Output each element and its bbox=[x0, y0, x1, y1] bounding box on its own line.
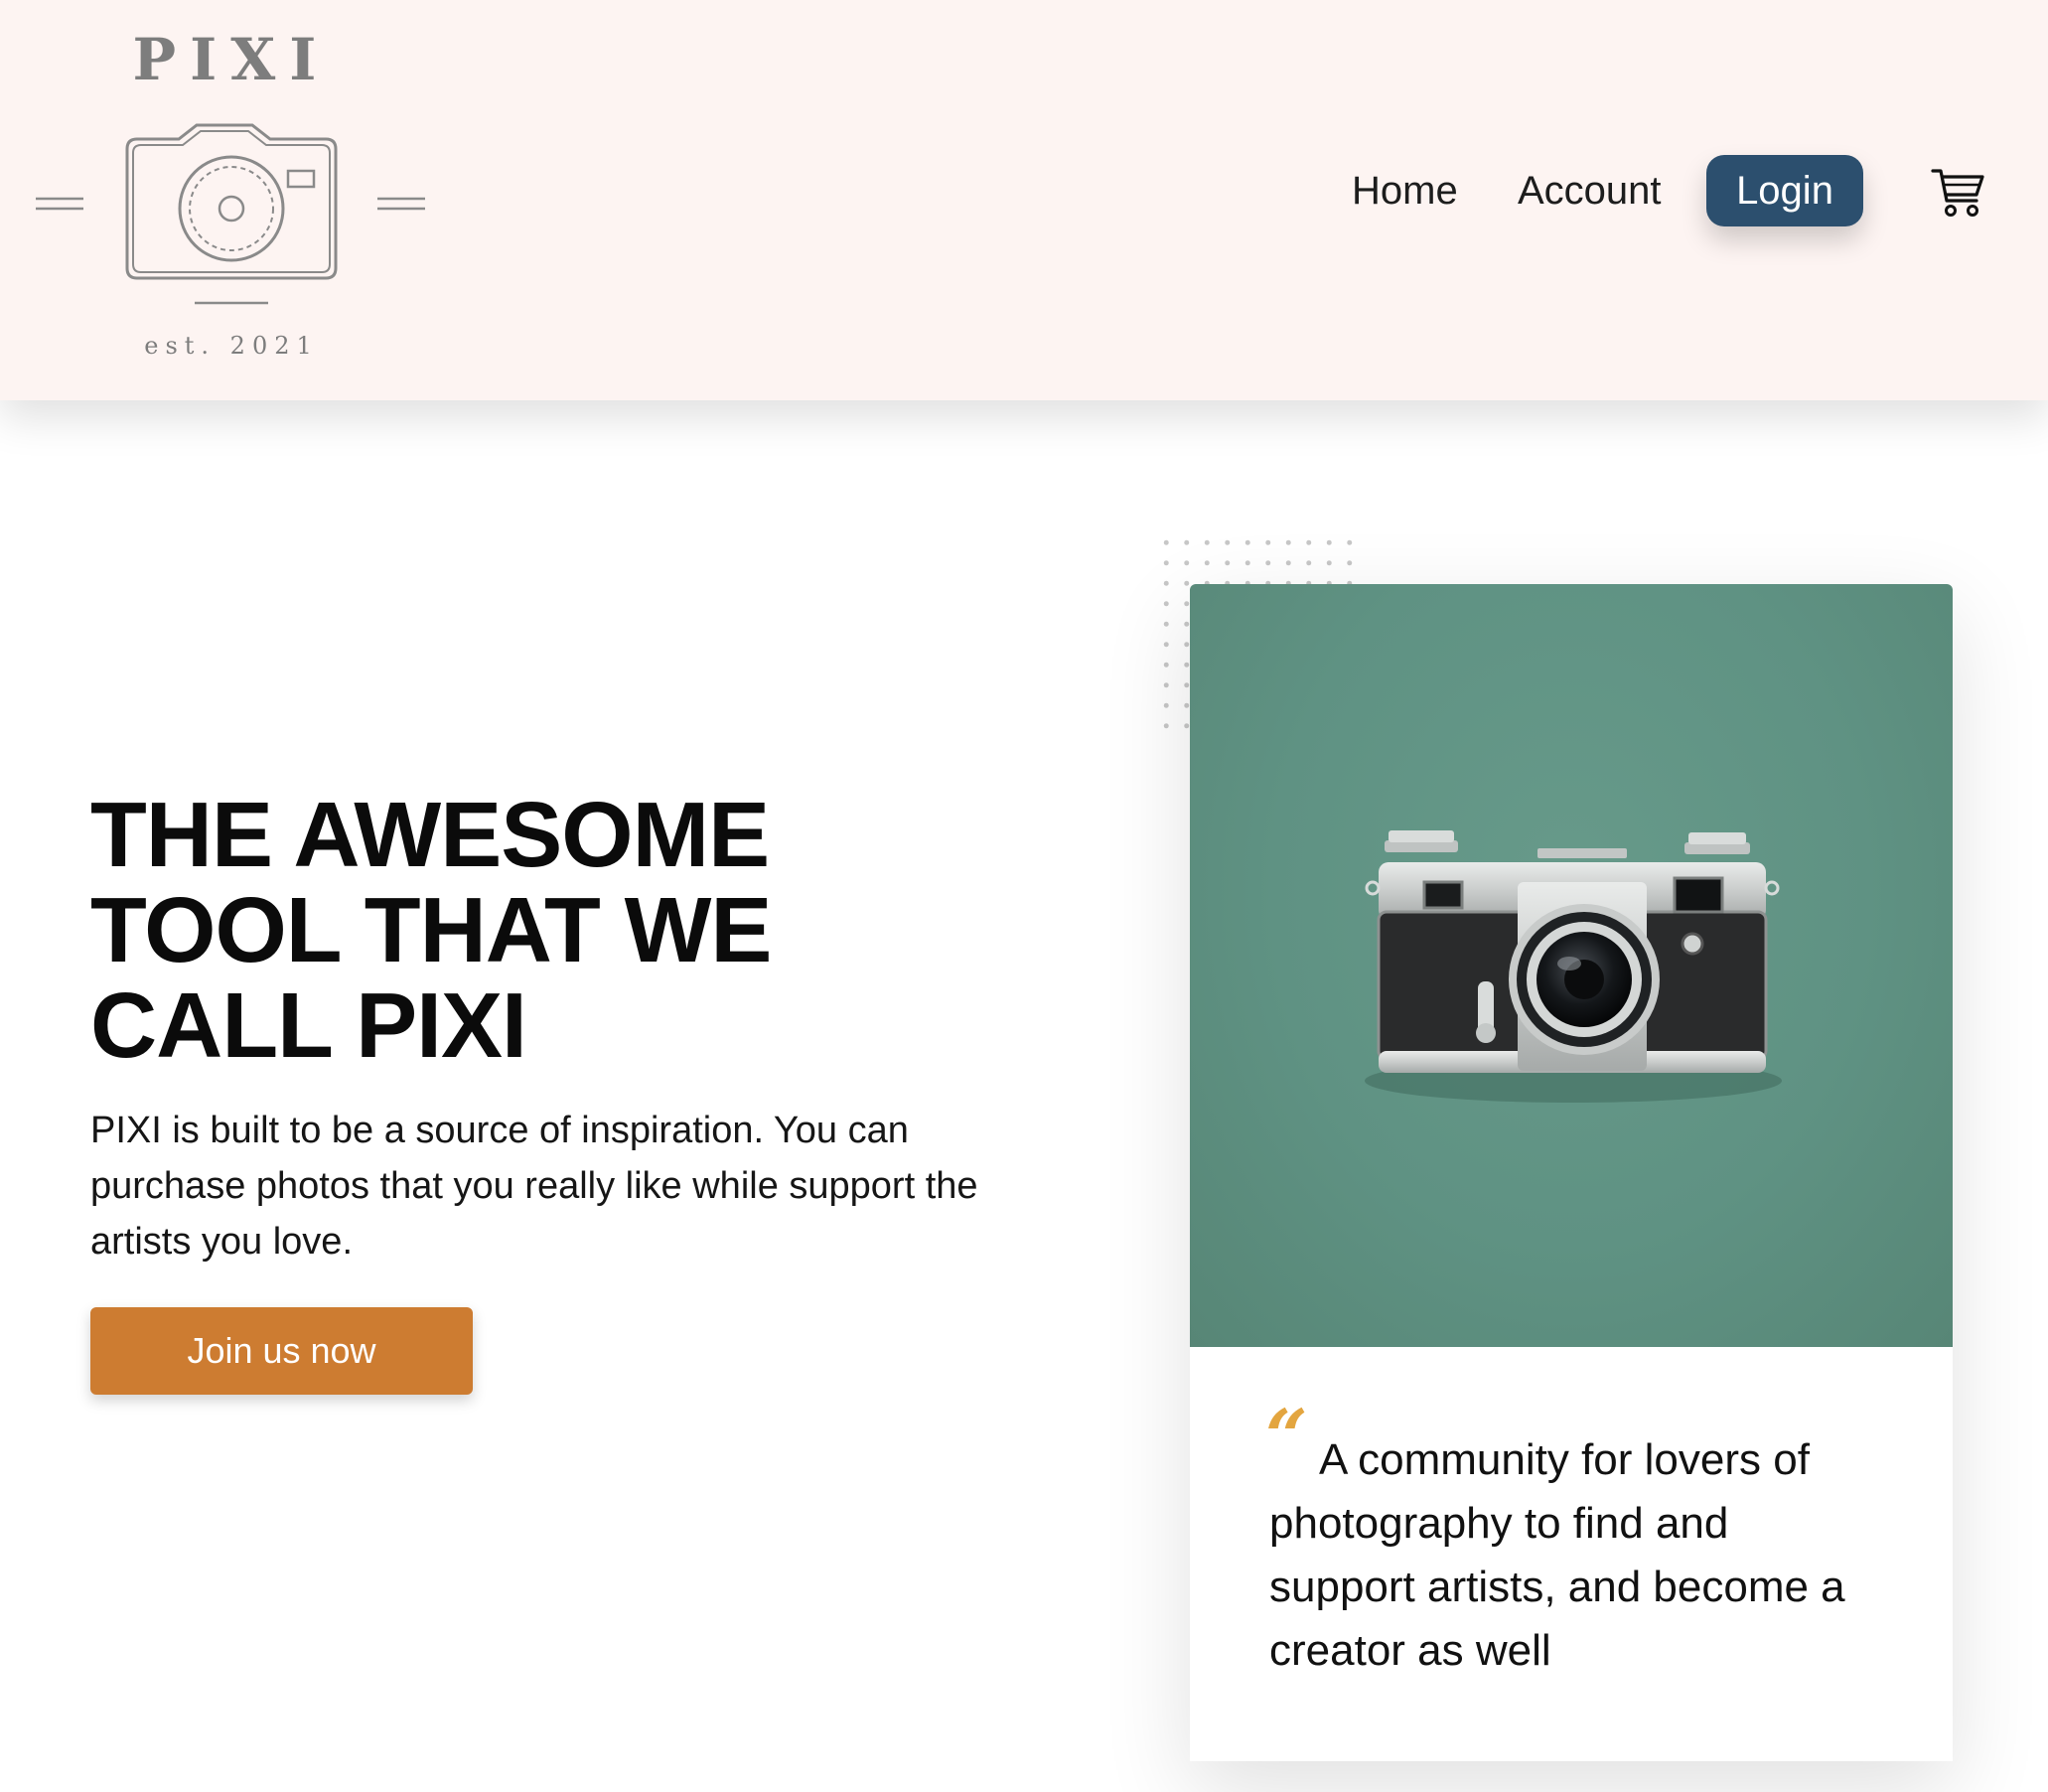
main-nav: Home Account Login bbox=[0, 155, 2048, 226]
join-us-button[interactable]: Join us now bbox=[90, 1307, 473, 1395]
site-header: PIXI est. 2021 Home Account Login bbox=[0, 0, 2048, 400]
cart-button[interactable] bbox=[1931, 165, 1986, 221]
login-button[interactable]: Login bbox=[1706, 155, 1863, 226]
hero-description: PIXI is built to be a source of inspirat… bbox=[90, 1110, 978, 1263]
vintage-camera-image bbox=[1365, 830, 1782, 1103]
feature-card: “ A community for lovers of photography … bbox=[1190, 584, 1953, 1761]
camera-photo bbox=[1190, 584, 1953, 1347]
nav-home-link[interactable]: Home bbox=[1352, 169, 1458, 214]
hero-title: THE AWESOME TOOL THAT WE CALL PIXI bbox=[90, 783, 772, 1077]
nav-account-link[interactable]: Account bbox=[1518, 169, 1662, 214]
feature-quote: A community for lovers of photography to… bbox=[1269, 1435, 1845, 1675]
logo-tagline: est. 2021 bbox=[144, 332, 319, 360]
cart-icon bbox=[1931, 169, 1984, 217]
